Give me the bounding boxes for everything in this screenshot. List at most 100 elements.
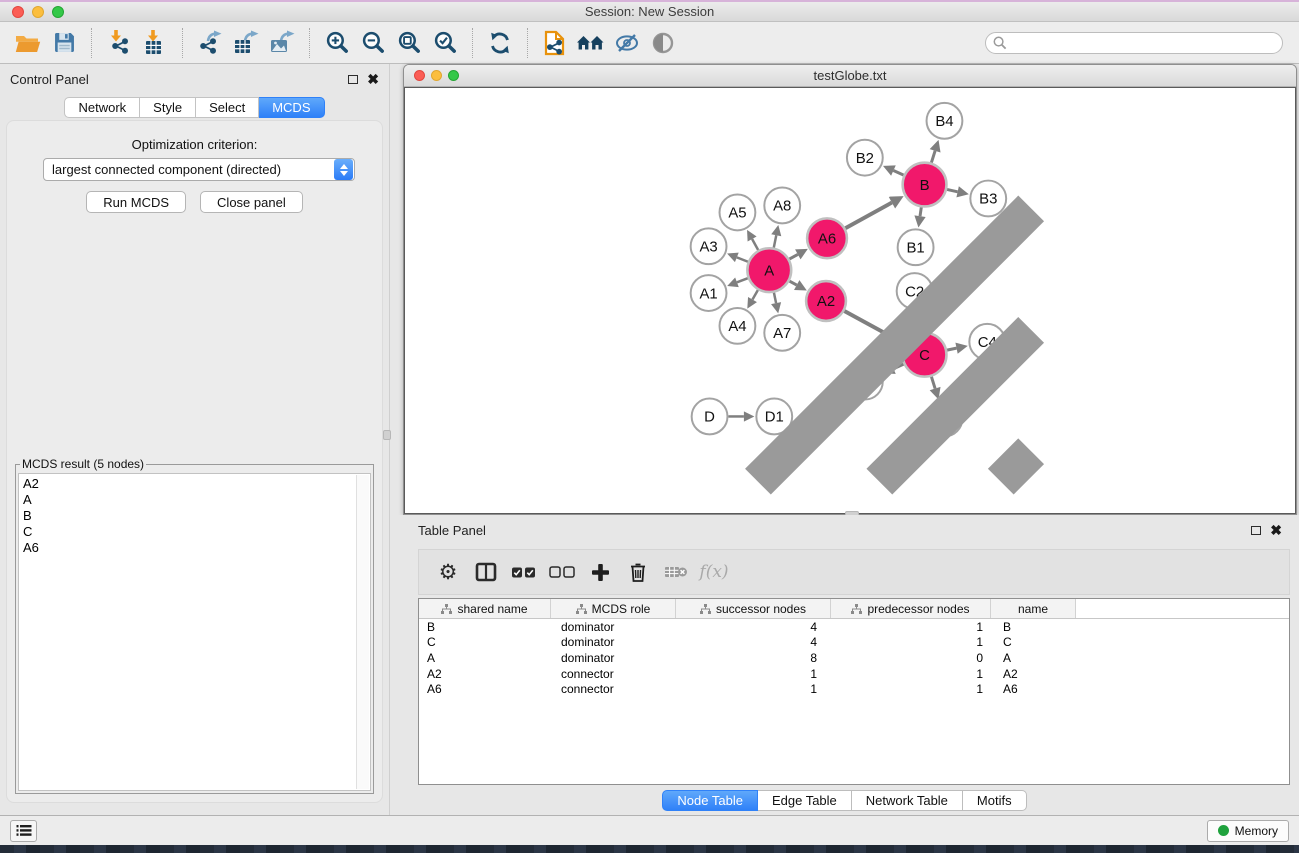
deselect-all-checkboxes-icon[interactable]: [543, 553, 581, 591]
desktop-background-strip: [0, 845, 1299, 853]
add-column-icon[interactable]: [581, 553, 619, 591]
toolbar-separator: [91, 28, 92, 58]
tab-mcds[interactable]: MCDS: [259, 97, 324, 118]
table-cell: connector: [551, 682, 676, 696]
column-header-predecessor-nodes[interactable]: predecessor nodes: [831, 599, 991, 618]
show-columns-icon[interactable]: [467, 553, 505, 591]
hide-graphics-details-icon[interactable]: [609, 25, 645, 61]
node-table-body: Bdominator41BCdominator41CAdominator80AA…: [419, 619, 1289, 697]
tab-motifs[interactable]: Motifs: [963, 790, 1027, 811]
tab-network[interactable]: Network: [64, 97, 140, 118]
window-resize-grip[interactable]: [404, 87, 1294, 512]
tab-style[interactable]: Style: [140, 97, 196, 118]
table-row[interactable]: A2connector11A2: [419, 666, 1289, 682]
table-cell: 1: [831, 620, 991, 634]
table-cell: 1: [676, 667, 831, 681]
delete-table-icon[interactable]: [657, 553, 695, 591]
table-cell: A: [991, 651, 1076, 665]
mcds-result-item[interactable]: A6: [23, 540, 370, 556]
table-panel-title: Table Panel: [418, 523, 486, 538]
table-cell: dominator: [551, 651, 676, 665]
show-graphics-details-icon[interactable]: [645, 25, 681, 61]
mcds-panel: Optimization criterion: largest connecte…: [6, 120, 383, 803]
export-table-icon[interactable]: [228, 25, 264, 61]
mcds-result-item[interactable]: A: [23, 492, 370, 508]
zoom-fit-icon[interactable]: [391, 25, 427, 61]
import-network-icon[interactable]: [101, 25, 137, 61]
zoom-in-icon[interactable]: [319, 25, 355, 61]
column-header-mcds-role[interactable]: MCDS role: [551, 599, 676, 618]
export-image-icon[interactable]: [264, 25, 300, 61]
zoom-selected-icon[interactable]: [427, 25, 463, 61]
window-title: Session: New Session: [0, 4, 1299, 19]
mcds-result-item[interactable]: C: [23, 524, 370, 540]
float-panel-icon[interactable]: [348, 75, 358, 84]
table-cell: 1: [831, 635, 991, 649]
refresh-icon[interactable]: [482, 25, 518, 61]
delete-column-icon[interactable]: [619, 553, 657, 591]
network-window: testGlobe.txt B4B2BB3A8A5A6A3B1AC2A1A2A4…: [403, 64, 1297, 515]
column-header-shared-name[interactable]: shared name: [419, 599, 551, 618]
network-canvas[interactable]: B4B2BB3A8A5A6A3B1AC2A1A2A4A7C4CC1C3DD1: [404, 87, 1296, 514]
close-panel-icon[interactable]: ✖: [367, 72, 379, 86]
criterion-dropdown[interactable]: largest connected component (directed): [43, 158, 355, 181]
close-table-panel-icon[interactable]: ✖: [1270, 523, 1282, 537]
tab-network-table[interactable]: Network Table: [852, 790, 963, 811]
main-toolbar: [0, 22, 1299, 64]
control-panel-title: Control Panel: [10, 72, 89, 87]
select-all-checkboxes-icon[interactable]: [505, 553, 543, 591]
table-row[interactable]: Bdominator41B: [419, 619, 1289, 635]
save-session-icon[interactable]: [46, 25, 82, 61]
toolbar-separator: [309, 28, 310, 58]
zoom-out-icon[interactable]: [355, 25, 391, 61]
search-box: [985, 32, 1283, 54]
table-row[interactable]: Adominator80A: [419, 650, 1289, 666]
task-history-button[interactable]: [10, 820, 37, 842]
table-cell: A2: [419, 667, 551, 681]
run-mcds-button[interactable]: Run MCDS: [86, 191, 186, 213]
new-network-from-file-icon[interactable]: [537, 25, 573, 61]
column-type-icon: [441, 604, 452, 614]
table-cell: dominator: [551, 635, 676, 649]
table-cell: C: [991, 635, 1076, 649]
table-cell: C: [419, 635, 551, 649]
toolbar-separator: [472, 28, 473, 58]
app-titlebar: Session: New Session: [0, 2, 1299, 22]
settings-icon[interactable]: ⚙: [429, 553, 467, 591]
table-cell: A6: [991, 682, 1076, 696]
mcds-result-item[interactable]: A2: [23, 476, 370, 492]
float-table-panel-icon[interactable]: [1251, 526, 1261, 535]
tab-select[interactable]: Select: [196, 97, 259, 118]
tab-edge-table[interactable]: Edge Table: [758, 790, 852, 811]
table-cell: 0: [831, 651, 991, 665]
control-panel: Control Panel ✖ Network Style Select MCD…: [0, 64, 390, 815]
memory-label: Memory: [1235, 824, 1278, 838]
table-row[interactable]: Cdominator41C: [419, 635, 1289, 651]
table-cell: A6: [419, 682, 551, 696]
tab-node-table[interactable]: Node Table: [662, 790, 758, 811]
table-cell: 8: [676, 651, 831, 665]
column-header-successor-nodes[interactable]: successor nodes: [676, 599, 831, 618]
table-cell: A2: [991, 667, 1076, 681]
column-header-name[interactable]: name: [991, 599, 1076, 618]
table-toolbar: ⚙ f(x): [418, 549, 1290, 595]
network-window-titlebar[interactable]: testGlobe.txt: [404, 65, 1296, 87]
close-panel-button[interactable]: Close panel: [200, 191, 303, 213]
apply-function-icon[interactable]: f(x): [695, 553, 733, 591]
vertical-splitter-handle[interactable]: [383, 430, 391, 440]
search-input[interactable]: [1007, 34, 1282, 52]
table-cell: 1: [676, 682, 831, 696]
fx-label: f(x): [699, 562, 728, 582]
toolbar-separator: [527, 28, 528, 58]
toolbar-separator: [182, 28, 183, 58]
export-network-icon[interactable]: [192, 25, 228, 61]
memory-button[interactable]: Memory: [1207, 820, 1289, 842]
import-table-icon[interactable]: [137, 25, 173, 61]
open-file-icon[interactable]: [10, 25, 46, 61]
network-window-title: testGlobe.txt: [404, 68, 1296, 83]
home-icon[interactable]: [573, 25, 609, 61]
table-row[interactable]: A6connector11A6: [419, 681, 1289, 697]
result-list-scrollbar[interactable]: [356, 475, 369, 789]
mcds-result-item[interactable]: B: [23, 508, 370, 524]
column-type-icon: [576, 604, 587, 614]
